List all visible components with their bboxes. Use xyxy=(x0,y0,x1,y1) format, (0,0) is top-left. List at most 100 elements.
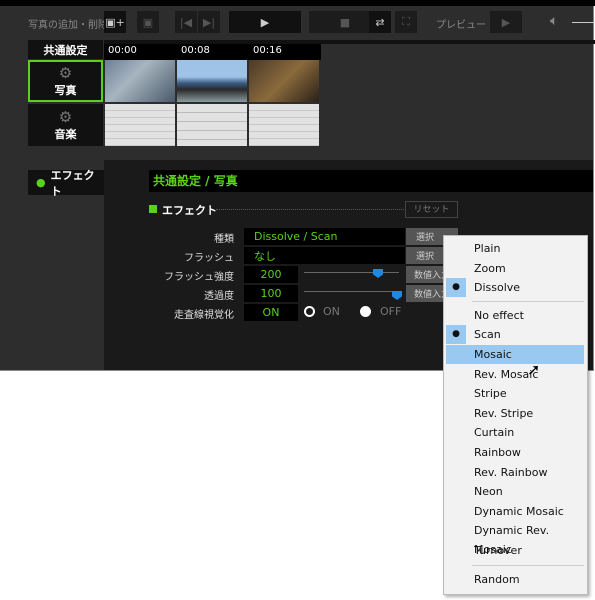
photo-thumbnail[interactable] xyxy=(105,60,175,102)
menu-item[interactable]: Dynamic Mosaic xyxy=(446,502,584,521)
play-icon: ▶ xyxy=(260,15,270,29)
menu-separator xyxy=(472,564,584,566)
menu-item[interactable]: Stripe xyxy=(446,384,584,403)
bullet-icon: ● xyxy=(36,176,46,189)
menu-item[interactable]: Rainbow xyxy=(446,443,584,462)
menu-item[interactable]: Plain xyxy=(446,239,584,258)
title-bar xyxy=(0,0,595,6)
menu-item-label: Curtain xyxy=(474,426,515,440)
music-clip[interactable] xyxy=(249,104,319,146)
flash-value: なし xyxy=(244,247,405,264)
menu-item-label: Scan xyxy=(474,328,501,342)
menu-item-label: Mosaic xyxy=(474,348,512,361)
prev-button[interactable]: |◀ xyxy=(175,11,197,33)
photo-track-button[interactable]: ⚙ 写真 xyxy=(28,60,103,102)
menu-item[interactable]: ● Scan xyxy=(446,325,584,345)
skip-forward-icon: ▶| xyxy=(202,15,216,29)
menu-item-label: Rainbow xyxy=(474,446,521,459)
fullscreen-icon: ⛶ xyxy=(402,15,410,28)
bullet-check-icon: ● xyxy=(446,278,466,298)
menu-item-label: Dissolve xyxy=(474,281,521,295)
effect-tab-label: エフェクト xyxy=(50,168,95,198)
time-label: 00:08 xyxy=(181,45,210,56)
scanline-label: 走査線視覚化 xyxy=(174,310,234,321)
menu-item-label: Rev. Rainbow xyxy=(474,465,548,479)
flash-strength-value: 200 xyxy=(244,266,298,283)
stop-icon: ■ xyxy=(339,15,351,29)
common-settings-label: 共通設定 xyxy=(43,43,88,57)
menu-item[interactable]: Turnover xyxy=(446,541,584,560)
gear-icon: ⚙ xyxy=(58,64,73,82)
common-settings-tab[interactable]: 共通設定 xyxy=(28,40,103,59)
opacity-slider[interactable] xyxy=(304,291,399,292)
mouse-cursor-icon: ➚ xyxy=(527,360,541,379)
effect-tab[interactable]: ● エフェクト xyxy=(28,169,104,198)
photo-label: 写真 xyxy=(54,84,77,97)
add-photo-icon: ▣+ xyxy=(105,15,125,29)
next-button[interactable]: ▶| xyxy=(198,11,220,33)
opacity-label: 透過度 xyxy=(204,291,234,302)
menu-item-label: Plain xyxy=(474,242,501,255)
effect-type-menu: Plain Zoom ● Dissolve No effect ● Scan Mosaic Re… xyxy=(443,235,588,595)
radio-on[interactable] xyxy=(304,306,315,317)
section-title: エフェクト xyxy=(162,204,217,217)
music-track-button[interactable]: ⚙ 音楽 xyxy=(28,104,103,146)
menu-item[interactable]: Zoom xyxy=(446,259,584,278)
flash-strength-slider[interactable] xyxy=(304,272,399,273)
menu-separator xyxy=(472,300,584,302)
menu-item[interactable]: Rev. Rainbow xyxy=(446,463,584,482)
radio-on-label: ON xyxy=(323,305,340,318)
radio-off[interactable] xyxy=(360,306,371,317)
menu-item-label: Random xyxy=(474,572,520,586)
menu-item-label: Turnover xyxy=(474,544,522,557)
time-label: 00:16 xyxy=(253,45,282,56)
menu-item[interactable]: Curtain xyxy=(446,423,584,442)
play-icon: ▶ xyxy=(501,15,511,29)
divider xyxy=(216,209,404,210)
bullet-check-icon: ● xyxy=(446,325,466,345)
flash-strength-label: フラッシュ強度 xyxy=(164,272,234,283)
add-remove-label: 写真の追加・削除 xyxy=(28,20,108,31)
add-photo-button[interactable]: ▣+ xyxy=(104,11,126,33)
menu-item-label: Zoom xyxy=(474,261,506,275)
volume-icon[interactable]: 🔈︎ xyxy=(550,13,558,29)
gear-icon: ⚙ xyxy=(58,108,73,126)
play-button[interactable]: ▶ xyxy=(229,11,301,33)
preview-play-button[interactable]: ▶ xyxy=(490,11,522,33)
remove-photo-button[interactable]: ▣ xyxy=(137,11,159,33)
menu-item-label: No effect xyxy=(474,308,524,322)
volume-slider[interactable] xyxy=(572,22,595,23)
remove-photo-icon: ▣ xyxy=(142,15,154,29)
opacity-value: 100 xyxy=(244,285,298,302)
photo-thumbnail[interactable] xyxy=(177,60,247,102)
menu-item[interactable]: No effect xyxy=(446,306,584,325)
menu-item[interactable]: Rev. Stripe xyxy=(446,404,584,423)
type-value: Dissolve / Scan xyxy=(244,228,405,245)
menu-item[interactable]: ● Dissolve xyxy=(446,278,584,298)
menu-item[interactable]: Random xyxy=(446,570,584,589)
menu-item[interactable]: Neon xyxy=(446,482,584,501)
section-square-icon xyxy=(149,205,157,213)
type-label: 種類 xyxy=(214,234,234,245)
fullscreen-button[interactable]: ⛶ xyxy=(395,11,417,33)
menu-item[interactable]: Dynamic Rev. Mosaic xyxy=(446,521,584,556)
menu-item-label: Stripe xyxy=(474,387,507,401)
scanline-value: ON xyxy=(244,304,298,321)
music-clip[interactable] xyxy=(177,104,247,146)
time-label: 00:00 xyxy=(108,45,137,56)
radio-off-label: OFF xyxy=(380,305,402,318)
reset-button[interactable]: リセット xyxy=(405,201,458,218)
flash-label: フラッシュ xyxy=(184,253,234,264)
menu-item[interactable]: Rev. Mosaic xyxy=(446,365,584,384)
loop-button[interactable]: ⇄ xyxy=(369,11,391,33)
music-label: 音楽 xyxy=(54,128,77,141)
menu-item-label: Dynamic Mosaic xyxy=(474,504,564,518)
menu-item-label: Rev. Stripe xyxy=(474,406,534,420)
menu-item[interactable]: Mosaic xyxy=(446,345,584,364)
photo-thumbnail[interactable] xyxy=(249,60,319,102)
music-clip[interactable] xyxy=(105,104,175,146)
panel-header: 共通設定 / 写真 xyxy=(149,170,593,192)
repeat-icon: ⇄ xyxy=(375,15,385,29)
preview-label: プレビュー xyxy=(436,20,486,31)
skip-back-icon: |◀ xyxy=(179,15,193,29)
